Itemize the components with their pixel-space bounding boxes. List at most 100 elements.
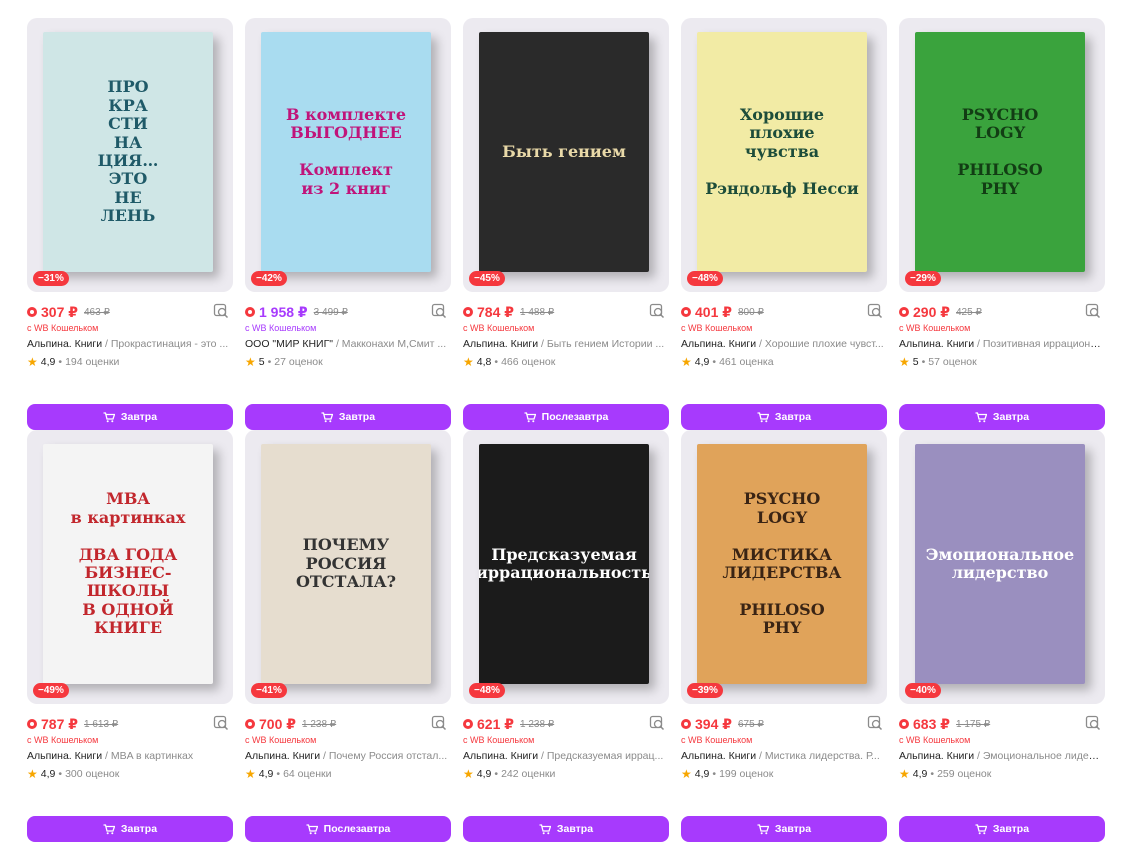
add-to-cart-button[interactable]: Завтра [463,816,669,842]
price-row: 290 ₽ 425 ₽ [899,302,1105,322]
product-title[interactable]: Альпина. Книги / Мистика лидерства. Р... [681,750,887,762]
current-price: 401 ₽ [695,303,732,320]
product-brand[interactable]: Альпина. Книги [681,338,756,350]
product-title[interactable]: ООО "МИР КНИГ" / Макконахи М,Смит ... [245,338,451,350]
product-name[interactable]: Хорошие плохие чувст... [765,338,884,350]
quick-view-icon[interactable] [213,303,229,319]
product-title[interactable]: Альпина. Книги / Прокрастинация - это ..… [27,338,233,350]
add-to-cart-button[interactable]: Завтра [681,404,887,430]
reviews-count[interactable]: 199 оценок [719,768,773,780]
rating-dot: • [712,356,717,368]
old-price: 3 499 ₽ [313,306,348,318]
product-image[interactable]: Эмоциональное лидерство −40% [899,430,1105,704]
product-title[interactable]: Альпина. Книги / Позитивная иррационал..… [899,338,1105,350]
product-image[interactable]: Хорошие плохие чувства Рэндольф Несси −4… [681,18,887,292]
quick-view-icon[interactable] [649,303,665,319]
reviews-count[interactable]: 57 оценок [928,356,976,368]
rating-value: 4,9 [694,768,710,780]
product-image[interactable]: PSYCHO LOGY PHILOSO PHY −29% [899,18,1105,292]
quick-view-icon[interactable] [1085,303,1101,319]
product-image[interactable]: В комплекте ВЫГОДНЕЕ Комплект из 2 книг … [245,18,451,292]
cart-icon [306,823,318,834]
product-image[interactable]: ПРО КРА СТИ НА ЦИЯ… ЭТО НЕ ЛЕНЬ −31% [27,18,233,292]
product-image[interactable]: Предсказуемая иррациональность −48% [463,430,669,704]
reviews-count[interactable]: 466 оценок [501,356,555,368]
product-name[interactable]: Прокрастинация - это ... [111,338,228,350]
product-image[interactable]: MBA в картинках ДВА ГОДА БИЗНЕС-ШКОЛЫ В … [27,430,233,704]
product-name[interactable]: Эмоциональное лидерс... [983,750,1105,762]
delivery-label: Завтра [556,823,594,835]
discount-badge: −40% [905,683,941,698]
book-cover-title: ПОЧЕМУ РОССИЯ ОТСТАЛА? [295,535,397,592]
product-brand[interactable]: Альпина. Книги [27,338,102,350]
product-card[interactable]: MBA в картинках ДВА ГОДА БИЗНЕС-ШКОЛЫ В … [27,430,233,842]
product-name[interactable]: MBA в картинках [111,750,193,762]
reviews-count[interactable]: 300 оценок [65,768,119,780]
quick-view-icon[interactable] [867,715,883,731]
product-title[interactable]: Альпина. Книги / Быть гением Истории ... [463,338,669,350]
quick-view-icon[interactable] [213,715,229,731]
quick-view-icon[interactable] [649,715,665,731]
add-to-cart-button[interactable]: Завтра [899,816,1105,842]
product-brand[interactable]: Альпина. Книги [463,338,538,350]
product-title[interactable]: Альпина. Книги / Предсказуемая иррац... [463,750,669,762]
product-card[interactable]: ПРО КРА СТИ НА ЦИЯ… ЭТО НЕ ЛЕНЬ −31% 307… [27,18,233,430]
add-to-cart-button[interactable]: Послезавтра [245,816,451,842]
add-to-cart-button[interactable]: Завтра [899,404,1105,430]
product-title[interactable]: Альпина. Книги / MBA в картинках [27,750,233,762]
product-card[interactable]: Эмоциональное лидерство −40% 683 ₽ 1 175… [899,430,1105,842]
product-card[interactable]: PSYCHO LOGY МИСТИКА ЛИДЕРСТВА PHILOSO PH… [681,430,887,842]
title-separator: / [333,338,342,350]
product-image[interactable]: Быть гением −45% [463,18,669,292]
product-image[interactable]: PSYCHO LOGY МИСТИКА ЛИДЕРСТВА PHILOSO PH… [681,430,887,704]
product-name[interactable]: Быть гением Истории ... [547,338,664,350]
product-card[interactable]: Хорошие плохие чувства Рэндольф Несси −4… [681,18,887,430]
product-brand[interactable]: Альпина. Книги [463,750,538,762]
product-card[interactable]: ПОЧЕМУ РОССИЯ ОТСТАЛА? −41% 700 ₽ 1 238 … [245,430,451,842]
product-brand[interactable]: ООО "МИР КНИГ" [245,338,333,350]
product-brand[interactable]: Альпина. Книги [245,750,320,762]
rating: ★ 4,9 • 242 оценки [463,767,669,781]
quick-view-icon[interactable] [431,303,447,319]
product-name[interactable]: Мистика лидерства. Р... [765,750,880,762]
product-title[interactable]: Альпина. Книги / Хорошие плохие чувст... [681,338,887,350]
quick-view-icon[interactable] [867,303,883,319]
quick-view-icon[interactable] [1085,715,1101,731]
quick-view-icon[interactable] [431,715,447,731]
reviews-count[interactable]: 461 оценка [719,356,773,368]
book-cover: Предсказуемая иррациональность [479,444,649,684]
star-icon: ★ [899,355,910,369]
product-image[interactable]: ПОЧЕМУ РОССИЯ ОТСТАЛА? −41% [245,430,451,704]
product-card[interactable]: Предсказуемая иррациональность −48% 621 … [463,430,669,842]
title-separator: / [538,750,547,762]
reviews-count[interactable]: 259 оценок [937,768,991,780]
current-price: 683 ₽ [913,715,950,732]
add-to-cart-button[interactable]: Завтра [245,404,451,430]
product-name[interactable]: Предсказуемая иррац... [547,750,663,762]
add-to-cart-button[interactable]: Завтра [27,404,233,430]
cart-icon [975,823,987,834]
product-brand[interactable]: Альпина. Книги [899,338,974,350]
product-brand[interactable]: Альпина. Книги [27,750,102,762]
wb-wallet-icon [899,307,909,317]
add-to-cart-button[interactable]: Послезавтра [463,404,669,430]
reviews-count[interactable]: 194 оценки [65,356,119,368]
product-card[interactable]: В комплекте ВЫГОДНЕЕ Комплект из 2 книг … [245,18,451,430]
old-price: 675 ₽ [738,718,764,730]
product-card[interactable]: PSYCHO LOGY PHILOSO PHY −29% 290 ₽ 425 ₽… [899,18,1105,430]
reviews-count[interactable]: 64 оценки [283,768,331,780]
reviews-count[interactable]: 242 оценки [501,768,555,780]
reviews-count[interactable]: 27 оценок [274,356,322,368]
add-to-cart-button[interactable]: Завтра [27,816,233,842]
product-name[interactable]: Позитивная иррационал... [983,338,1105,350]
product-title[interactable]: Альпина. Книги / Эмоциональное лидерс... [899,750,1105,762]
product-name[interactable]: Почему Россия отстал... [329,750,447,762]
product-title[interactable]: Альпина. Книги / Почему Россия отстал... [245,750,451,762]
add-to-cart-button[interactable]: Завтра [681,816,887,842]
rating: ★ 4,9 • 199 оценок [681,767,887,781]
product-brand[interactable]: Альпина. Книги [681,750,756,762]
rating-dot: • [58,356,63,368]
product-brand[interactable]: Альпина. Книги [899,750,974,762]
product-card[interactable]: Быть гением −45% 784 ₽ 1 488 ₽ с WB Коше… [463,18,669,430]
product-name[interactable]: Макконахи М,Смит ... [342,338,446,350]
